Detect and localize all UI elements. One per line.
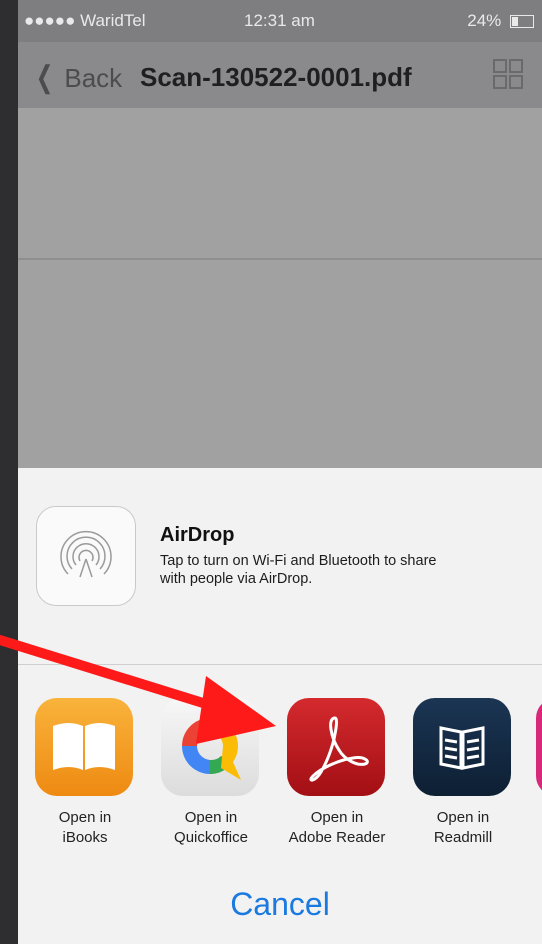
battery-percent: 24% [467,11,502,30]
ibooks-icon [35,698,133,796]
app-label: Open in iBooks [25,808,145,848]
open-in-ibooks-button[interactable]: Open in iBooks [35,698,137,848]
clock-label: 12:31 am [244,11,315,30]
phone-screen: ●●●●● WaridTel 12:31 am 24% ❮ Back Scan-… [18,0,542,944]
status-bar: ●●●●● WaridTel 12:31 am 24% [18,0,542,42]
open-in-readmill-button[interactable]: Open in Readmill [413,698,515,848]
airdrop-description-line: Tap to turn on Wi-Fi and Bluetooth to sh… [160,553,437,569]
chevron-left-icon: ❮ [35,61,54,94]
next-app-icon[interactable] [536,698,542,796]
airdrop-description-line: with people via AirDrop. [160,571,313,587]
airdrop-description: Tap to turn on Wi-Fi and Bluetooth to sh… [160,552,530,588]
adobe-reader-icon [287,698,385,796]
document-preview [18,108,542,468]
airdrop-button[interactable] [36,506,136,606]
app-label-line: Quickoffice [174,829,248,846]
quickoffice-icon [161,698,259,796]
app-label-line: Open in [184,809,238,826]
back-button[interactable]: ❮ Back [32,60,122,95]
share-sheet: AirDrop Tap to turn on Wi-Fi and Bluetoo… [18,468,542,944]
app-label-line: iBooks [62,829,108,846]
open-in-adobe-reader-button[interactable]: Open in Adobe Reader [287,698,389,848]
open-in-quickoffice-button[interactable]: Open in Quickoffice [161,698,263,848]
battery-icon [510,15,534,29]
navigation-bar: ❮ Back Scan-130522-0001.pdf [18,42,542,108]
readmill-icon [413,698,511,796]
airdrop-title: AirDrop [160,524,235,546]
app-label-line: Open in [310,809,364,826]
sheet-divider [18,664,542,665]
app-label-line: Adobe Reader [288,829,386,846]
grid-view-icon[interactable] [492,56,524,92]
app-label: Open in Quickoffice [151,808,271,848]
app-label: Open in Readmill [403,808,523,848]
back-label: Back [64,63,123,93]
page-divider [18,258,542,260]
document-title: Scan-130522-0001.pdf [140,62,412,92]
app-label-line: Open in [436,809,490,826]
carrier-label: ●●●●● WaridTel [24,11,146,30]
app-label-line: Readmill [433,829,493,846]
app-label-line: Open in [58,809,112,826]
app-label: Open in Adobe Reader [277,808,397,848]
cancel-button[interactable]: Cancel [18,886,542,923]
battery-indicator: 24% [467,11,534,31]
airdrop-icon [60,530,112,579]
